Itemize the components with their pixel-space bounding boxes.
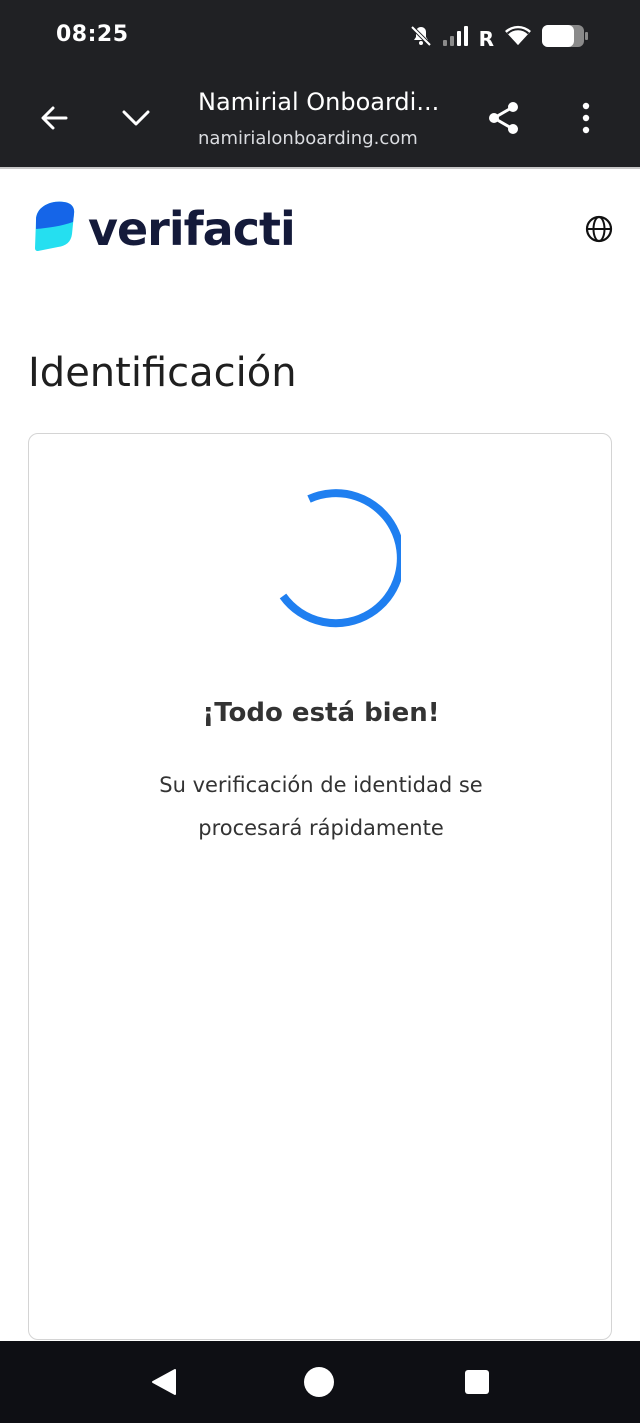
more-options-button[interactable]	[566, 100, 606, 140]
url-text[interactable]: namirialonboarding.com	[198, 128, 468, 149]
brand-name: verifacti	[88, 201, 296, 256]
toolbar-divider	[0, 167, 640, 169]
verifacti-logo-icon	[32, 198, 76, 259]
battery-icon	[542, 25, 588, 52]
language-button[interactable]	[584, 214, 614, 244]
wifi-icon	[504, 25, 532, 52]
brand-logo: verifacti	[32, 198, 296, 259]
recents-square-icon	[463, 1368, 491, 1401]
mute-icon	[409, 24, 433, 53]
nav-back-button[interactable]	[146, 1367, 180, 1401]
nav-home-button[interactable]	[302, 1366, 336, 1403]
status-time: 08:25	[56, 22, 129, 47]
nav-recents-button[interactable]	[460, 1367, 494, 1401]
page-title: Identificación	[28, 350, 297, 396]
status-icons: R	[409, 24, 588, 53]
back-button[interactable]	[34, 100, 74, 140]
tab-title: Namirial Onboardi...	[198, 88, 440, 116]
loading-spinner	[251, 486, 405, 636]
status-bar: 08:25 R	[0, 0, 640, 72]
share-icon	[487, 101, 521, 140]
status-message: Su verificación de identidad se procesar…	[159, 773, 483, 840]
back-triangle-icon	[149, 1368, 177, 1401]
collapse-button[interactable]	[116, 100, 156, 140]
globe-icon	[584, 215, 614, 248]
status-heading: ¡Todo está bien!	[202, 698, 440, 728]
home-circle-icon	[303, 1366, 335, 1403]
share-button[interactable]	[484, 100, 524, 140]
browser-toolbar: Namirial Onboardi... namirialonboarding.…	[0, 72, 640, 168]
network-type-label: R	[478, 26, 494, 51]
more-vert-icon	[581, 102, 591, 139]
navigation-bar	[0, 1341, 640, 1423]
chevron-down-icon	[120, 102, 152, 139]
verification-status-card: ¡Todo está bien! Su verificación de iden…	[28, 433, 612, 1340]
back-arrow-icon	[38, 102, 70, 139]
signal-icon	[442, 26, 473, 51]
